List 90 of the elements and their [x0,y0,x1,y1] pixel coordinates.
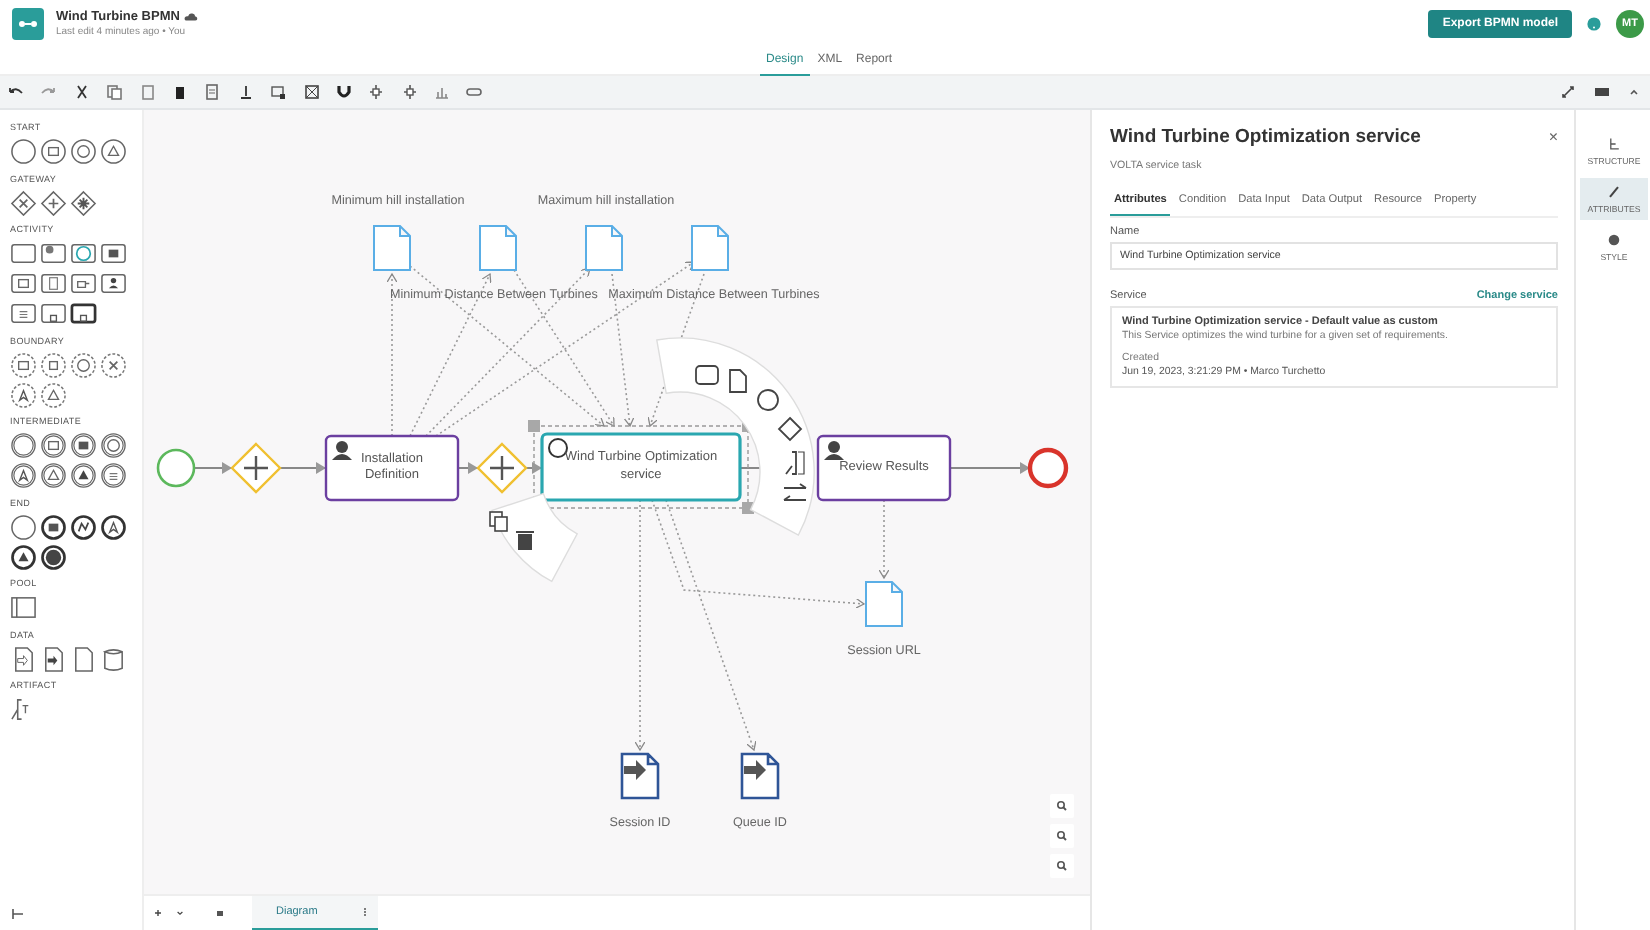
sequence-flow-arrow[interactable] [279,462,327,474]
rectangle-icon[interactable] [10,300,37,327]
output-document-icon[interactable] [620,752,660,800]
trash-icon[interactable] [516,531,534,550]
close-button[interactable]: × [1548,128,1558,146]
thick-circle-icon[interactable] [100,513,127,540]
sequence-flow-arrow[interactable] [193,462,233,474]
sequence-flow-arrow[interactable] [457,462,479,474]
thick-circle-icon[interactable] [40,543,67,570]
rectangle-icon[interactable] [40,270,67,297]
circle-icon[interactable] [10,138,37,165]
diamond-icon[interactable] [40,189,67,216]
diamond-icon[interactable] [10,189,37,216]
thick-circle-icon[interactable] [70,513,97,540]
selection-icon[interactable] [268,82,289,102]
app-logo[interactable] [12,8,44,40]
expand-icon[interactable] [1558,82,1579,102]
pencil-icon [1606,184,1622,200]
distribute-icon[interactable] [399,82,420,102]
dashed-circle-icon[interactable] [40,381,67,408]
database-icon[interactable] [100,645,127,672]
double-circle-icon[interactable] [40,462,67,489]
document-icon[interactable] [40,645,67,672]
rectangle-icon[interactable] [40,240,67,267]
dashed-circle-icon[interactable] [40,351,67,378]
frame-icon[interactable] [301,82,322,102]
document-icon[interactable] [70,645,97,672]
diamond-icon[interactable] [70,189,97,216]
task-shape-icon[interactable] [695,365,719,385]
task-box[interactable] [324,434,460,502]
zoom-out-icon[interactable] [1050,824,1074,848]
rectangle-icon[interactable] [100,240,127,267]
task-box[interactable] [540,432,742,502]
user-icon [824,441,844,460]
circle-icon [548,438,568,458]
double-circle-icon[interactable] [100,462,127,489]
sequence-flow-arrow[interactable] [525,462,543,474]
rectangle-icon[interactable] [10,240,37,267]
tree-icon [1606,136,1622,152]
copy-icon[interactable] [489,511,508,532]
collapse-icon[interactable] [10,906,26,922]
user-icon [332,441,352,460]
double-circle-icon[interactable] [100,432,127,459]
cut-icon[interactable] [71,82,92,102]
sequence-flow-arrow[interactable] [949,462,1031,474]
association-arrow[interactable] [878,499,890,579]
link-icon[interactable] [464,82,485,102]
distribute-icon[interactable] [366,82,387,102]
cloud-icon [183,12,198,22]
pool-icon[interactable] [10,594,37,621]
keyboard-icon[interactable] [1591,82,1612,102]
diamond-shape-icon[interactable] [777,416,803,442]
rectangle-icon[interactable] [70,270,97,297]
dashed-circle-icon[interactable] [10,351,37,378]
align-icon[interactable] [235,82,256,102]
circle-icon[interactable] [70,138,97,165]
swap-icon[interactable] [783,483,807,501]
dashed-circle-icon[interactable] [100,351,127,378]
double-circle-icon[interactable] [10,462,37,489]
rectangle-icon[interactable] [100,270,127,297]
double-circle-icon[interactable] [10,432,37,459]
rectangle-icon[interactable] [10,270,37,297]
circle-icon[interactable] [10,513,37,540]
circle-icon[interactable] [40,138,67,165]
output-document-icon[interactable] [740,752,780,800]
panel-title: Wind Turbine Optimization service [1110,126,1421,148]
double-circle-icon[interactable] [70,432,97,459]
magnet-icon[interactable] [333,82,354,102]
dashed-circle-icon[interactable] [70,351,97,378]
zoom-fit-icon[interactable] [1050,854,1074,878]
copy-icon[interactable] [104,82,125,102]
thick-circle-icon[interactable] [40,513,67,540]
dashed-circle-icon[interactable] [10,381,37,408]
task-box[interactable] [816,434,952,502]
document-shape-icon[interactable] [729,369,747,393]
rectangle-icon[interactable] [70,300,97,327]
zoom-in-icon[interactable] [1050,794,1074,818]
circle-icon[interactable] [100,138,127,165]
parallel-gateway[interactable] [230,442,282,494]
help-icon[interactable] [1586,16,1602,32]
double-circle-icon[interactable] [40,432,67,459]
rectangle-icon[interactable] [70,240,97,267]
end-event[interactable] [1027,447,1069,489]
annotation-icon[interactable] [785,451,805,475]
thick-circle-icon[interactable] [10,543,37,570]
rectangle-icon[interactable] [40,300,67,327]
start-event[interactable] [156,448,196,488]
parallel-gateway[interactable] [476,442,528,494]
document-icon[interactable] [10,645,37,672]
double-circle-icon[interactable] [70,462,97,489]
